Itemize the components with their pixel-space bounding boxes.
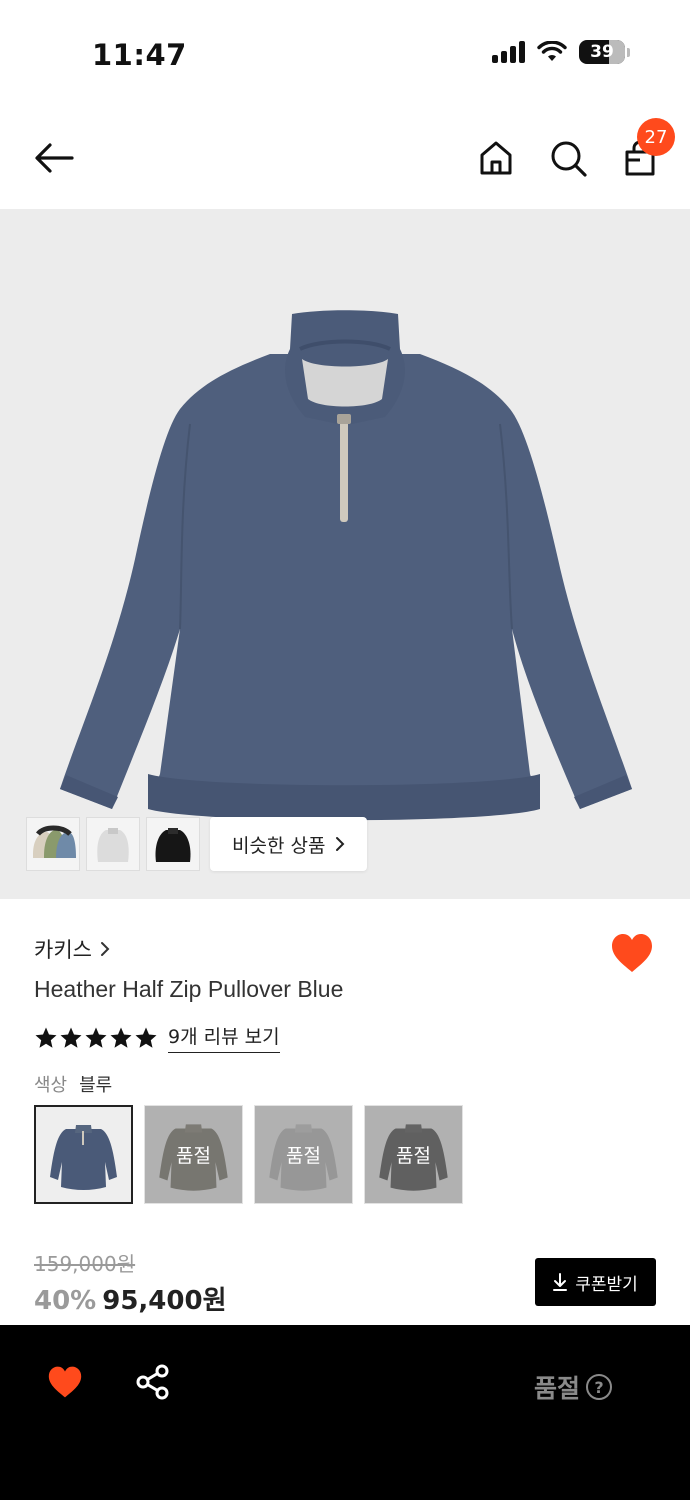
top-navigation (0, 110, 690, 206)
help-icon[interactable]: ? (586, 1374, 613, 1400)
coupon-button[interactable]: 쿠폰받기 (535, 1258, 656, 1306)
soldout-overlay: 품절 (255, 1106, 352, 1203)
color-swatches: 품절 품절 품절 (34, 1105, 463, 1204)
back-arrow-icon (35, 143, 74, 173)
battery-icon: 39 (579, 40, 625, 64)
sale-price: 95,400원 (102, 1286, 227, 1316)
rating-stars (34, 1026, 158, 1050)
gallery-thumbnail[interactable] (146, 817, 200, 871)
status-bar: 11:47 39 (0, 0, 690, 100)
gallery-thumbnail[interactable] (86, 817, 140, 871)
search-icon (551, 141, 587, 177)
color-swatch-blue[interactable] (34, 1105, 133, 1204)
color-option-row: 색상 블루 (34, 1071, 112, 1097)
similar-products-label: 비슷한 상품 (232, 834, 326, 857)
brand-link[interactable]: 카키스 (34, 934, 110, 964)
reviews-link[interactable]: 9개 리뷰 보기 (168, 1022, 280, 1053)
coupon-label: 쿠폰받기 (575, 1274, 638, 1295)
soldout-text: 품절 (534, 1374, 581, 1403)
cart-count-badge: 27 (637, 118, 675, 156)
heart-icon (48, 1366, 82, 1398)
wifi-icon (537, 41, 567, 61)
soldout-overlay: 품절 (145, 1106, 242, 1203)
status-icons: 39 (492, 40, 630, 64)
bottom-wishlist-button[interactable] (46, 1365, 86, 1405)
chevron-right-icon (336, 837, 345, 851)
share-button[interactable] (134, 1363, 174, 1403)
battery-level: 39 (590, 42, 614, 62)
share-icon (136, 1364, 169, 1400)
product-main-image[interactable] (0, 209, 690, 899)
star-icon (60, 1027, 82, 1048)
chevron-right-icon (100, 942, 110, 956)
color-swatch-gray[interactable]: 품절 (254, 1105, 353, 1204)
rating-row: 9개 리뷰 보기 (34, 1022, 280, 1053)
color-value: 블루 (79, 1075, 113, 1096)
search-button[interactable] (546, 136, 590, 180)
heart-icon (612, 934, 652, 972)
star-icon (110, 1027, 132, 1048)
home-icon (480, 141, 512, 175)
product-title: Heather Half Zip Pullover Blue (34, 976, 344, 1002)
original-price: 159,000원 (34, 1252, 136, 1276)
color-label: 색상 (34, 1075, 68, 1096)
similar-products-button[interactable]: 비슷한 상품 (210, 817, 368, 871)
price-row: 40% 95,400원 (34, 1280, 227, 1317)
star-icon (35, 1027, 57, 1048)
brand-name: 카키스 (34, 938, 92, 962)
download-icon (553, 1273, 568, 1291)
sweater-illustration (60, 310, 632, 821)
color-swatch-charcoal[interactable]: 품절 (364, 1105, 463, 1204)
star-icon (135, 1027, 157, 1048)
home-button[interactable] (474, 136, 518, 180)
bottom-action-bar: 품절 ? (0, 1325, 690, 1500)
soldout-overlay: 품절 (365, 1106, 462, 1203)
color-swatch-khaki[interactable]: 품절 (144, 1105, 243, 1204)
gallery-thumbnail[interactable] (26, 817, 80, 871)
status-time: 11:47 (92, 38, 187, 72)
discount-rate: 40% (34, 1286, 97, 1316)
gallery-thumbnails: 비슷한 상품 (26, 817, 368, 871)
star-icon (85, 1027, 107, 1048)
back-button[interactable] (32, 136, 76, 180)
soldout-status: 품절 ? (534, 1369, 613, 1405)
wishlist-button[interactable] (609, 932, 655, 978)
cellular-signal-icon (492, 41, 525, 63)
